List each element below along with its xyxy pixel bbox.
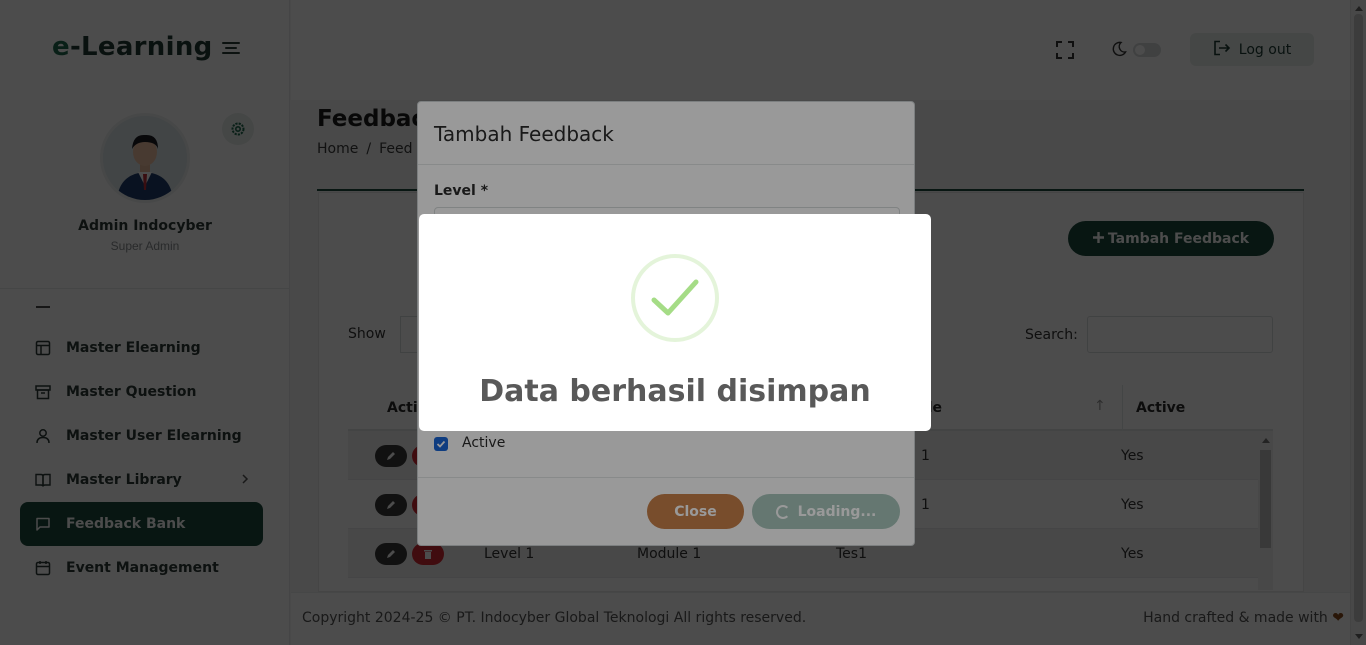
success-check-icon xyxy=(631,254,719,342)
success-alert: Data berhasil disimpan xyxy=(419,214,931,431)
alert-title: Data berhasil disimpan xyxy=(479,374,871,409)
